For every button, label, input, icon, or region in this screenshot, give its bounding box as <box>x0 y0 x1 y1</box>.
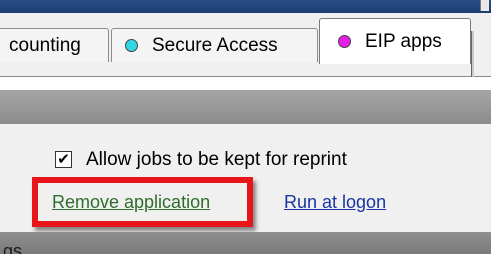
section-bar: gs <box>0 232 491 254</box>
window-control-button[interactable] <box>480 0 489 11</box>
run-at-logon-link[interactable]: Run at logon <box>284 192 386 213</box>
window-title-bar <box>0 0 491 13</box>
cyan-dot-icon <box>125 39 138 52</box>
tab-secure-access[interactable]: Secure Access <box>111 28 318 62</box>
tab-accounting[interactable]: counting <box>0 28 109 62</box>
tab-edge <box>471 31 474 77</box>
tab-eip-apps[interactable]: EIP apps <box>319 18 471 64</box>
tab-label: Secure Access <box>152 34 278 56</box>
tab-label: EIP apps <box>365 30 442 52</box>
allow-reprint-checkbox[interactable]: ✔ <box>55 151 72 168</box>
tab-baseline <box>0 76 491 77</box>
allow-reprint-label: Allow jobs to be kept for reprint <box>86 149 347 170</box>
section-header-bar <box>0 90 491 124</box>
magenta-dot-icon <box>338 35 351 48</box>
tab-label: counting <box>9 34 81 56</box>
section-label: gs <box>3 241 23 254</box>
highlight-annotation <box>32 177 253 227</box>
